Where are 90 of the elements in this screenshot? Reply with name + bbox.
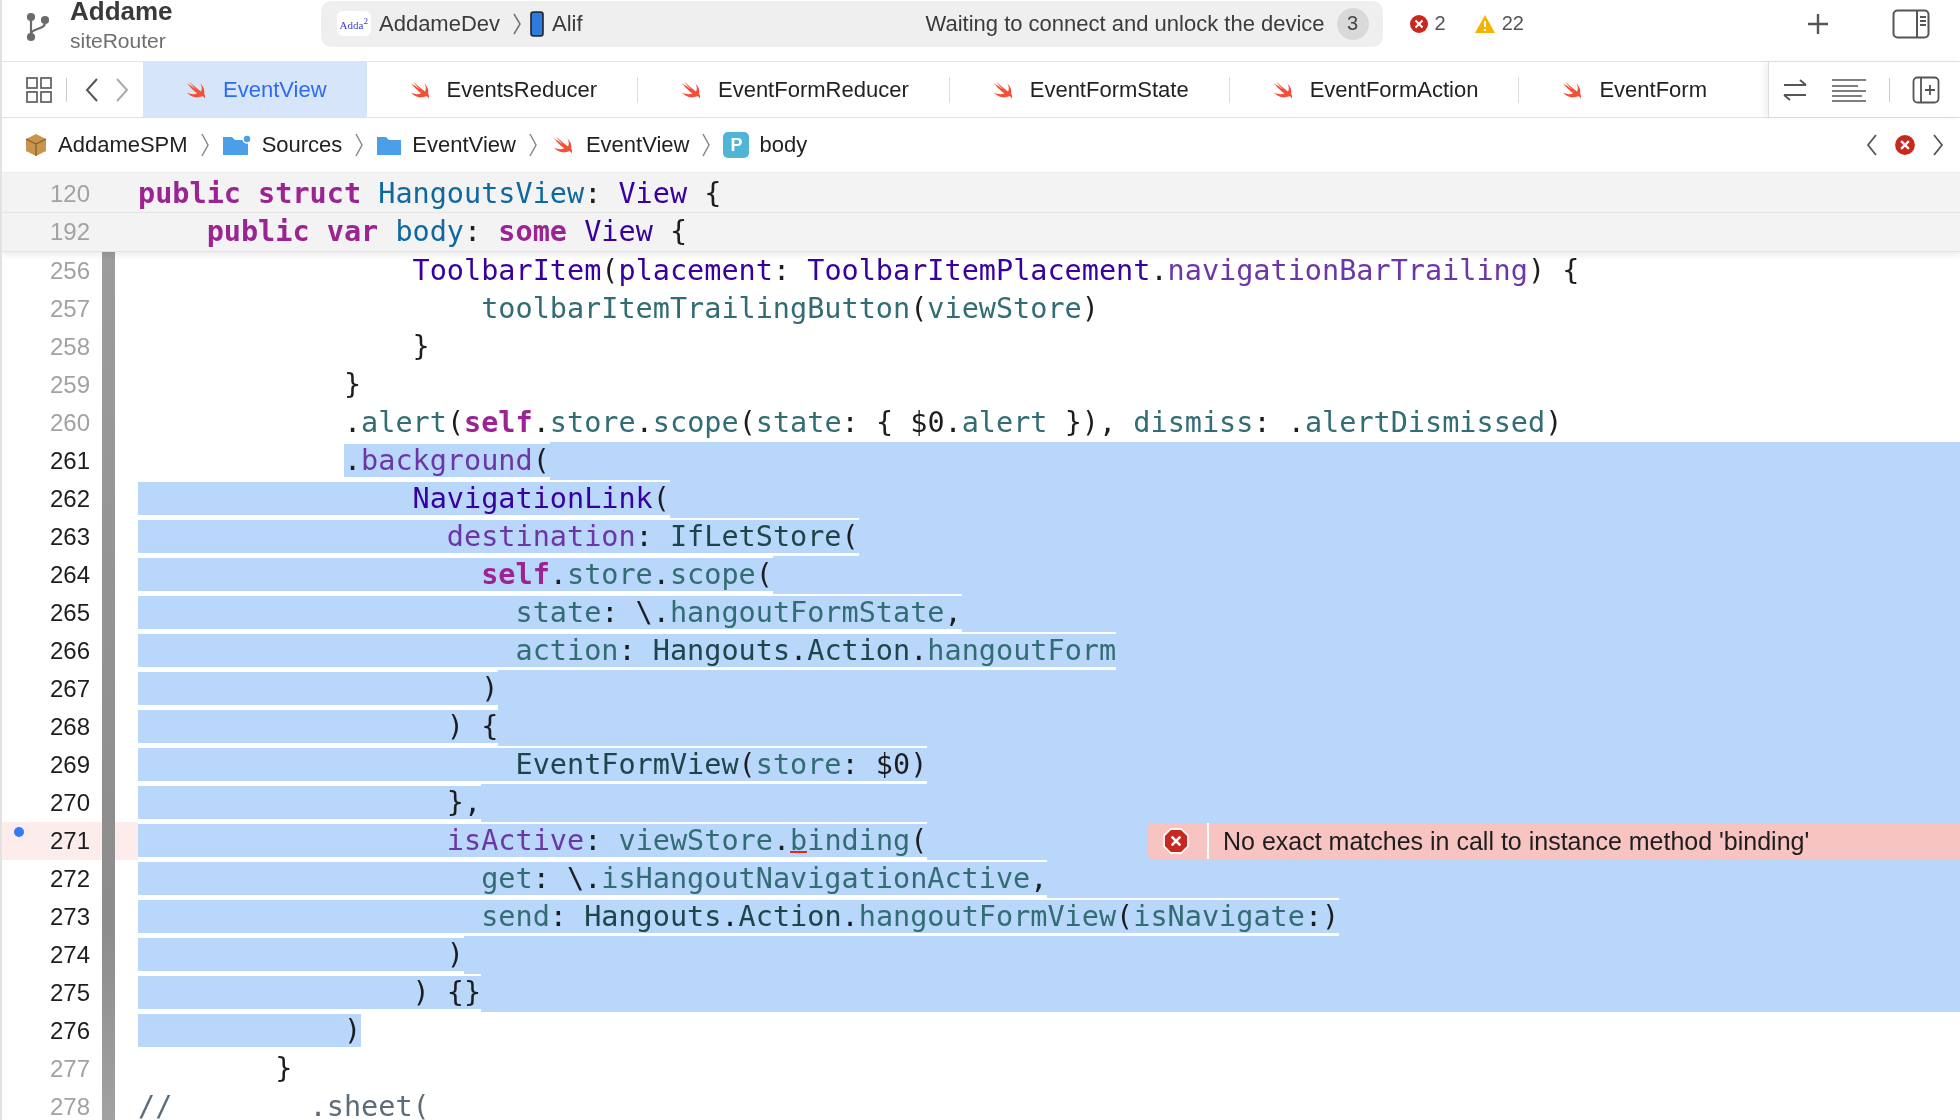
code-line[interactable]: EventFormView(store: $0): [138, 746, 928, 784]
error-icon: [1408, 13, 1429, 34]
warning-icon: [1473, 13, 1496, 34]
error-icon[interactable]: [1894, 134, 1916, 156]
chevron-right-icon: [354, 132, 365, 158]
line-number: 267: [48, 675, 91, 703]
code-line[interactable]: self.store.scope(: [138, 556, 773, 594]
activity-bar[interactable]: Adda$^{2}$ AddameDev Alif Waiting to connect and unlock the device 3: [320, 0, 1383, 47]
line-number: 192: [48, 218, 91, 246]
breadcrumb-item[interactable]: EventView: [412, 132, 516, 158]
code-line[interactable]: .background(: [138, 442, 550, 480]
folder-icon: [376, 134, 403, 156]
line-number: 275: [48, 979, 91, 1007]
line-number: 270: [48, 789, 91, 817]
line-number: 264: [48, 561, 91, 589]
breadcrumb-item[interactable]: Sources: [261, 132, 343, 158]
line-number: 263: [48, 523, 91, 551]
add-editor-icon[interactable]: [1912, 75, 1940, 104]
property-badge: P: [723, 132, 750, 158]
package-icon: [24, 133, 48, 157]
line-number: 272: [48, 865, 91, 893]
line-number: 271: [48, 827, 91, 855]
line-number: 261: [48, 447, 91, 475]
code-line[interactable]: destination: IfLetStore(: [138, 518, 859, 556]
file-tab[interactable]: EventsReducer: [366, 62, 637, 117]
file-tab[interactable]: EventFormAction: [1229, 62, 1519, 117]
breadcrumb-item[interactable]: EventView: [585, 132, 690, 158]
code-line[interactable]: public var body: some View {: [138, 213, 688, 251]
line-number: 265: [48, 599, 91, 627]
breadcrumb-item[interactable]: AddameSPM: [58, 132, 188, 158]
line-number: 258: [48, 333, 91, 361]
line-number: 120: [48, 179, 91, 208]
lines-icon[interactable]: [1831, 77, 1867, 102]
error-count[interactable]: 2: [1434, 12, 1446, 35]
line-number: 268: [48, 713, 91, 741]
code-line[interactable]: ToolbarItem(placement: ToolbarItemPlacement.navigationBarTrailing) {: [138, 252, 1580, 290]
line-number: 273: [48, 903, 91, 931]
app-logo: Adda$^{2}$: [336, 10, 371, 37]
grid-icon[interactable]: [26, 76, 52, 103]
chevron-right-icon[interactable]: [1932, 133, 1944, 157]
warning-count[interactable]: 22: [1501, 12, 1524, 35]
line-number: 276: [48, 1017, 91, 1045]
branch-icon: [26, 11, 50, 42]
device-name[interactable]: Alif: [552, 10, 583, 37]
file-tab[interactable]: EventFormState: [949, 62, 1229, 117]
error-icon: [1163, 828, 1189, 854]
line-number: 256: [48, 257, 91, 285]
chevron-left-icon[interactable]: [1866, 133, 1878, 157]
line-number: 257: [48, 295, 91, 323]
project-name: Addame: [70, 0, 173, 24]
code-line[interactable]: .alert(self.store.scope(state: { $0.alert }), dismiss: .alertDismissed): [138, 404, 1563, 442]
code-line[interactable]: }: [138, 366, 362, 404]
scheme-name[interactable]: AddameDev: [379, 10, 501, 37]
chevron-right-icon: [199, 132, 210, 158]
code-line[interactable]: state: \.hangoutFormState,: [138, 594, 962, 632]
code-line[interactable]: action: Hangouts.Action.hangoutForm: [138, 632, 1117, 670]
line-number: 277: [48, 1055, 91, 1083]
line-number: 269: [48, 751, 91, 779]
status-text: Waiting to connect and unlock the device: [925, 10, 1325, 37]
back-icon[interactable]: [85, 76, 99, 103]
swap-arrows-icon[interactable]: [1781, 76, 1809, 103]
line-number: 259: [48, 371, 91, 399]
line-number: 260: [48, 409, 91, 437]
phone-icon: [530, 10, 545, 37]
chevron-right-icon: [527, 132, 538, 158]
file-tab[interactable]: EventForm: [1519, 62, 1747, 117]
file-tab[interactable]: EventView: [143, 62, 367, 117]
branch-name: siteRouter: [70, 30, 167, 51]
line-number: 266: [48, 637, 91, 665]
line-number: 278: [48, 1093, 91, 1120]
code-line[interactable]: // .sheet(: [138, 1088, 430, 1120]
line-number: 274: [48, 941, 91, 969]
plus-icon[interactable]: [1806, 11, 1830, 36]
code-line[interactable]: }: [138, 1050, 293, 1088]
sidebar-toggle-icon[interactable]: [1892, 8, 1930, 39]
code-line[interactable]: toolbarItemTrailingButton(viewStore): [138, 290, 1099, 328]
code-line[interactable]: isActive: viewStore.binding(: [138, 822, 928, 860]
chevron-right-icon: [701, 132, 712, 158]
error-message: No exact matches in call to instance method 'binding': [1223, 826, 1810, 856]
folder-gear-icon: [221, 134, 252, 156]
line-number: 262: [48, 485, 91, 513]
breadcrumb-item[interactable]: body: [759, 132, 808, 158]
count-badge: 3: [1336, 7, 1369, 40]
code-line[interactable]: }: [138, 328, 430, 366]
code-line[interactable]: NavigationLink(: [138, 480, 670, 518]
code-line[interactable]: get: \.isHangoutNavigationActive,: [138, 860, 1048, 898]
code-line[interactable]: public struct HangoutsView: View {: [138, 174, 722, 213]
chevron-right-icon: [512, 11, 523, 36]
code-line[interactable]: send: Hangouts.Action.hangoutFormView(isNavigate:): [138, 898, 1340, 936]
file-tab[interactable]: EventFormReducer: [637, 62, 949, 117]
